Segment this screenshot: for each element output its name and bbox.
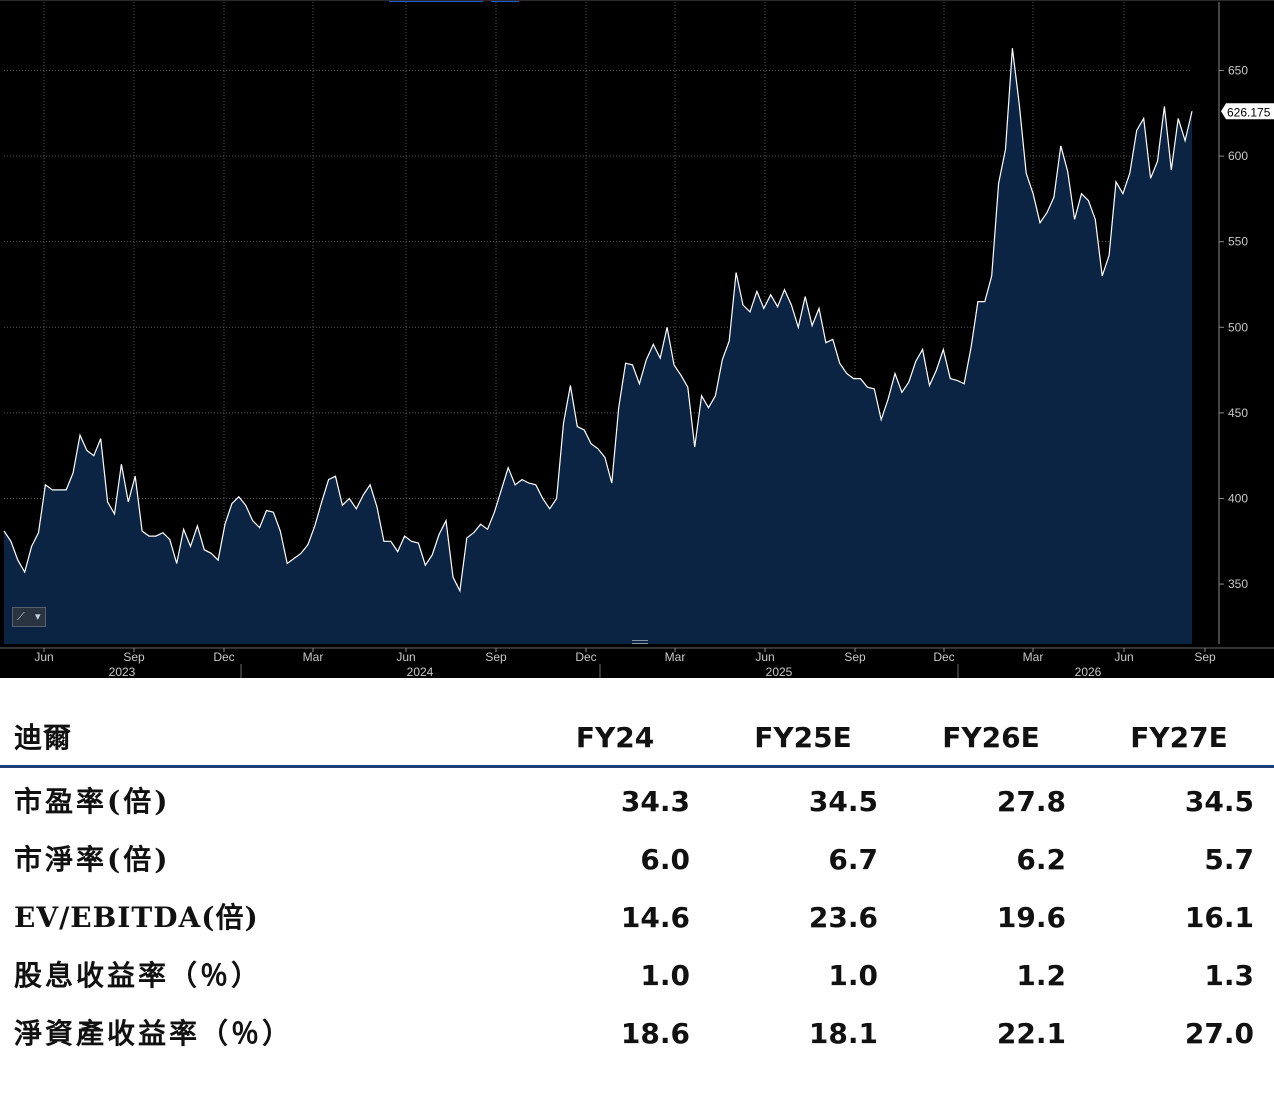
metric-value: 22.1 [996,1017,1066,1050]
y-tick-label: 600 [1228,149,1248,163]
metric-value: 16.1 [1184,901,1254,934]
x-month-label: Jun [396,650,415,664]
metric-value: 6.2 [1016,843,1066,876]
metric-label: 淨資產收益率（％） [14,1017,294,1050]
metric-label: 市盈率(倍) [14,785,171,818]
y-tick-label: 400 [1228,491,1248,505]
metric-value: 27.8 [996,785,1066,818]
x-month-label: Mar [665,650,686,664]
x-year-label: 2025 [766,665,793,678]
metric-value: 14.6 [620,901,690,934]
x-month-label: Dec [213,650,234,664]
header-divider [0,765,1274,768]
company-name: 迪爾 [14,721,73,754]
table-row: 股息收益率（％） 1.0 1.0 1.2 1.3 [0,948,1274,1004]
metric-value: 34.5 [808,785,878,818]
price-chart-svg: 350 400 450 500 550 600 650 626.175 Jun Sep Dec Mar… [0,0,1274,678]
table-header-row: 迪爾 FY24 FY25E FY26E FY27E [0,710,1274,766]
x-month-label: Dec [933,650,954,664]
metric-value: 34.3 [620,785,690,818]
year-header: FY27E [1130,721,1228,754]
metric-value: 18.1 [808,1017,878,1050]
table-row: EV/EBITDA(倍) 14.6 23.6 19.6 16.1 [0,890,1274,946]
chevron-down-icon: ▾ [35,610,41,623]
table-row: 淨資產收益率（％） 18.6 18.1 22.1 27.0 [0,1006,1274,1062]
price-chart: 350 400 450 500 550 600 650 626.175 Jun Sep Dec Mar… [0,0,1274,678]
metric-value: 6.0 [640,843,690,876]
year-header: FY25E [754,721,852,754]
valuation-table: 迪爾 FY24 FY25E FY26E FY27E 市盈率(倍) 34.3 34… [0,678,1274,1096]
metric-value: 19.6 [996,901,1066,934]
table-row: 市淨率(倍) 6.0 6.7 6.2 5.7 [0,832,1274,888]
x-month-label: Sep [1194,650,1216,664]
y-tick-label: 550 [1228,235,1248,249]
x-month-label: Jun [1114,650,1133,664]
y-tick-label: 500 [1228,320,1248,334]
metric-value: 1.3 [1204,959,1254,992]
y-tick-label: 650 [1228,63,1248,77]
x-month-label: Sep [123,650,145,664]
x-year-label: 2026 [1075,665,1102,678]
metric-label: 市淨率(倍) [14,843,171,876]
x-year-label: 2024 [407,665,434,678]
last-value-label: 626.175 [1227,105,1271,119]
x-month-label: Mar [303,650,324,664]
metric-value: 23.6 [808,901,878,934]
x-month-label: Dec [575,650,596,664]
metric-value: 18.6 [620,1017,690,1050]
metric-value: 6.7 [828,843,878,876]
metric-value: 34.5 [1184,785,1254,818]
chart-resize-handle[interactable] [632,640,648,644]
x-month-label: Jun [34,650,53,664]
year-header: FY26E [942,721,1040,754]
metric-value: 5.7 [1204,843,1254,876]
chart-type-button[interactable]: ⟋ ▾ [12,607,46,627]
metric-value: 27.0 [1184,1017,1254,1050]
price-area [4,48,1192,644]
metric-value: 1.2 [1016,959,1066,992]
x-month-label: Mar [1023,650,1044,664]
x-month-label: Jun [755,650,774,664]
metric-label: EV/EBITDA(倍) [14,901,259,934]
metric-value: 1.0 [828,959,878,992]
y-tick-label: 450 [1228,406,1248,420]
x-month-label: Sep [485,650,507,664]
x-year-label: 2023 [109,665,136,678]
year-header: FY24 [575,721,655,754]
line-chart-icon: ⟋ [17,610,25,623]
table-row: 市盈率(倍) 34.3 34.5 27.8 34.5 [0,774,1274,830]
metric-value: 1.0 [640,959,690,992]
x-month-label: Sep [844,650,866,664]
y-tick-label: 350 [1228,577,1248,591]
metric-label: 股息收益率（％） [14,959,263,992]
